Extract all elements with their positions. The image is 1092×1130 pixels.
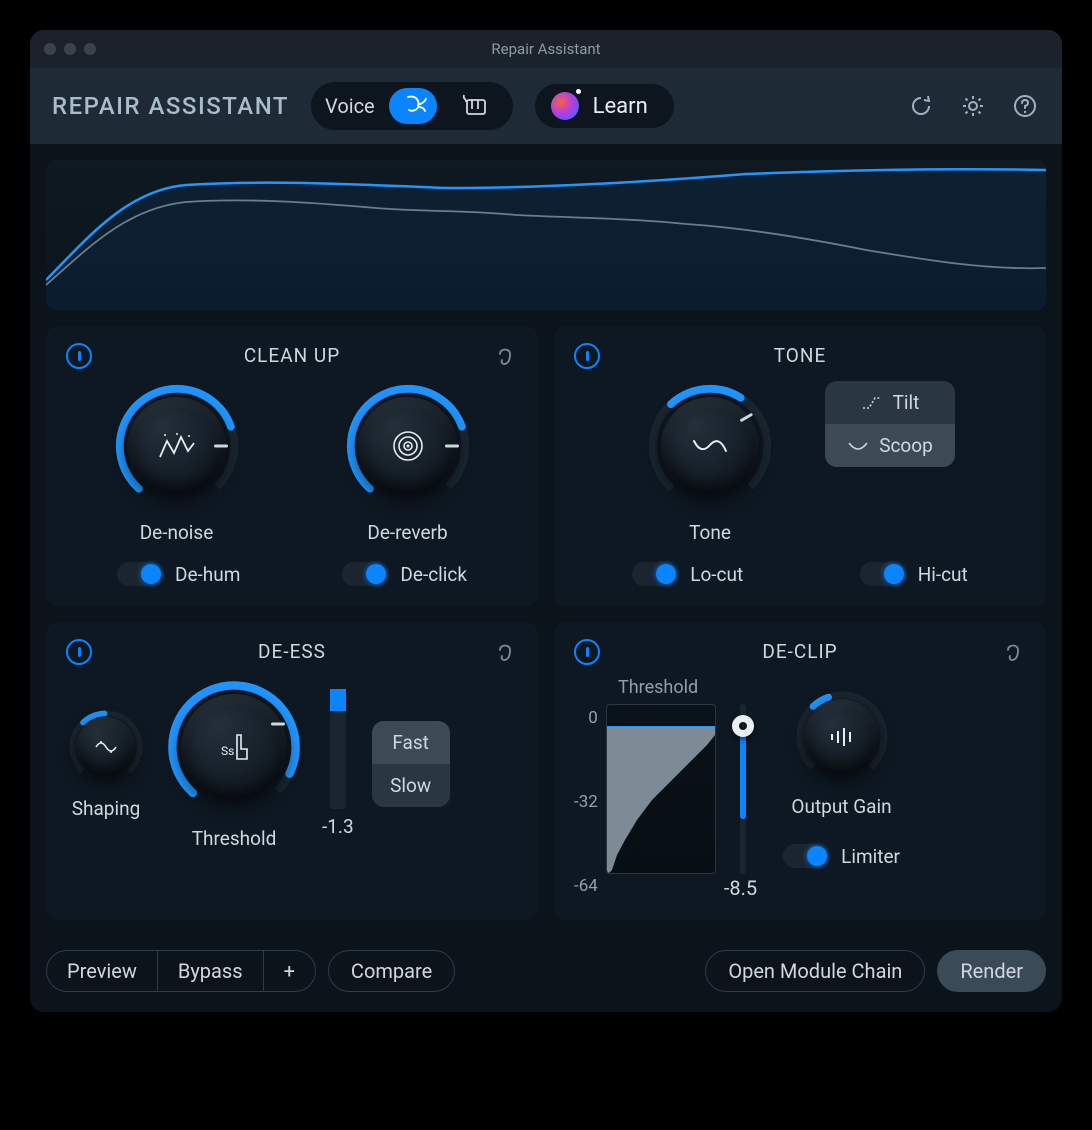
shaping-label: Shaping [72,797,141,820]
content: CLEAN UP De-noise [30,144,1062,936]
declip-power-button[interactable] [574,639,600,665]
denoise-knob[interactable] [112,381,242,511]
declip-threshold-label: Threshold [618,677,757,698]
limiter-toggle[interactable] [783,844,829,868]
svg-text:Ss: Ss [221,744,234,758]
tone-title: TONE [774,344,827,367]
scoop-option[interactable]: Scoop [825,424,955,467]
tilt-label: Tilt [893,391,920,414]
tone-knob-label: Tone [689,521,731,544]
hicut-toggle[interactable] [860,562,906,586]
cleanup-power-button[interactable] [66,343,92,369]
declip-threshold-slider[interactable] [733,704,753,874]
dereverb-knob[interactable] [343,381,473,511]
cleanup-title: CLEAN UP [244,344,340,367]
learn-orb-icon [551,92,579,120]
deess-value: -1.3 [322,815,354,838]
deess-solo-icon[interactable] [492,639,518,665]
tone-module: TONE Tone [554,326,1046,606]
denoise-label: De-noise [140,521,214,544]
cleanup-module: CLEAN UP De-noise [46,326,538,606]
deess-speed-selector: Fast Slow [372,721,450,807]
declick-toggle[interactable] [342,562,388,586]
reset-icon[interactable] [906,91,936,121]
tick-0: 0 [574,708,598,728]
plus-button[interactable]: + [264,951,315,991]
declip-slider-value: -8.5 [724,876,757,900]
histogram-ticks: 0 -32 -64 [574,704,598,900]
toolbar: REPAIR ASSISTANT Voice Learn [30,68,1062,144]
declip-solo-icon[interactable] [1000,639,1026,665]
help-icon[interactable] [1010,91,1040,121]
scoop-label: Scoop [879,434,933,457]
render-button[interactable]: Render [937,950,1046,992]
mode-selector: Voice [311,82,513,130]
tone-shape-selector: Tilt Scoop [825,381,955,467]
hicut-label: Hi-cut [918,563,968,586]
slow-option[interactable]: Slow [372,764,450,807]
declip-title: DE-CLIP [762,640,837,663]
fast-option[interactable]: Fast [372,721,450,764]
locut-label: Lo-cut [690,563,743,586]
footer: Preview Bypass + Compare Open Module Cha… [30,936,1062,1012]
deess-threshold-knob[interactable]: Ss [164,677,304,817]
spectrum-display[interactable] [46,160,1046,310]
window-title: Repair Assistant [30,40,1062,58]
preview-button[interactable]: Preview [47,951,158,991]
tilt-option[interactable]: Tilt [825,381,955,424]
tone-power-button[interactable] [574,343,600,369]
cleanup-solo-icon[interactable] [492,343,518,369]
compare-button[interactable]: Compare [328,950,455,992]
deess-meter [330,689,346,809]
tick-64: -64 [574,876,598,896]
instrument-mode-icon[interactable] [451,88,499,124]
histogram [606,704,716,874]
deess-threshold-label: Threshold [192,827,277,850]
tick-32: -32 [574,792,598,812]
gear-icon[interactable] [958,91,988,121]
output-gain-knob[interactable] [792,687,892,787]
declick-label: De-click [400,563,467,586]
learn-label: Learn [593,94,648,119]
titlebar: Repair Assistant [30,30,1062,68]
voice-mode-icon[interactable] [389,88,437,124]
bypass-button[interactable]: Bypass [158,951,264,991]
deess-module: DE-ESS Shaping [46,622,538,920]
open-module-chain-button[interactable]: Open Module Chain [705,950,925,992]
dehum-label: De-hum [175,563,240,586]
deess-power-button[interactable] [66,639,92,665]
shaping-knob[interactable] [66,707,146,787]
locut-toggle[interactable] [632,562,678,586]
tone-knob[interactable] [645,381,775,511]
app-name: REPAIR ASSISTANT [52,92,289,120]
output-gain-label: Output Gain [791,795,891,818]
dereverb-label: De-reverb [367,521,447,544]
deess-title: DE-ESS [258,640,326,663]
declip-module: DE-CLIP Threshold 0 -32 -64 [554,622,1046,920]
window: Repair Assistant REPAIR ASSISTANT Voice … [30,30,1062,1012]
learn-button[interactable]: Learn [535,84,674,128]
mode-label: Voice [325,94,375,118]
preview-bypass-group: Preview Bypass + [46,950,316,992]
limiter-label: Limiter [841,845,900,868]
dehum-toggle[interactable] [117,562,163,586]
